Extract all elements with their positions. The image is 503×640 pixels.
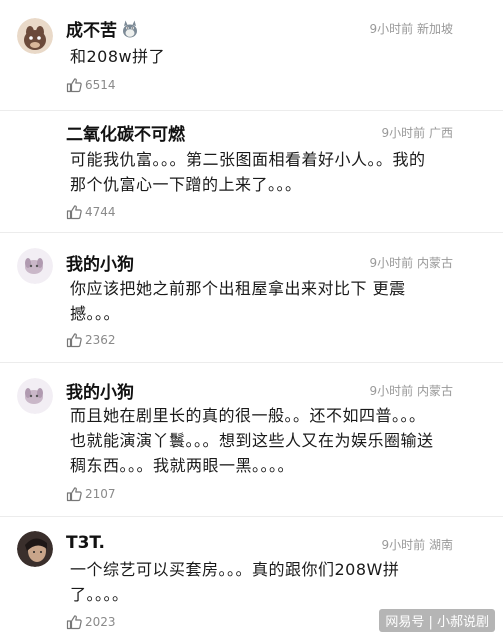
username[interactable]: 我的小狗 bbox=[66, 250, 134, 275]
like-count: 2023 bbox=[85, 615, 116, 629]
like-button[interactable]: 2362 bbox=[66, 331, 116, 349]
username[interactable]: 成不苦 bbox=[66, 16, 139, 43]
username[interactable]: T3T. bbox=[66, 533, 105, 553]
user-avatar[interactable] bbox=[17, 248, 53, 284]
thumbs-up-icon bbox=[66, 78, 82, 93]
like-button[interactable]: 2023 bbox=[66, 613, 116, 631]
like-count: 6514 bbox=[85, 78, 116, 92]
divider bbox=[0, 362, 503, 363]
thumbs-up-icon bbox=[66, 615, 82, 630]
like-button[interactable]: 2107 bbox=[66, 485, 116, 503]
like-count: 2362 bbox=[85, 333, 116, 347]
comment-meta: 9小时前 广西 bbox=[381, 126, 453, 140]
totoro-icon bbox=[121, 20, 139, 43]
like-count: 2107 bbox=[85, 487, 116, 501]
thumbs-up-icon bbox=[66, 487, 82, 502]
user-avatar[interactable] bbox=[17, 18, 53, 54]
comment-text: 而且她在剧里长的真的很一般。。还不如四普。。。 也就能演演丫鬟。。。想到这些人又… bbox=[70, 406, 434, 475]
comment-text: 可能我仇富。。。第二张图面相看着好小人。。我的 那个仇富心一下蹭的上来了。。。 bbox=[70, 150, 426, 194]
divider bbox=[0, 232, 503, 233]
comment-text: 一个综艺可以买套房。。。真的跟你们208W拼 了。。。。 bbox=[70, 560, 400, 604]
user-avatar[interactable] bbox=[17, 378, 53, 414]
comment-meta: 9小时前 新加坡 bbox=[369, 22, 453, 36]
comment-meta: 9小时前 内蒙古 bbox=[369, 384, 453, 398]
like-count: 4744 bbox=[85, 205, 116, 219]
comment-meta: 9小时前 内蒙古 bbox=[369, 256, 453, 270]
username-text[interactable]: 成不苦 bbox=[66, 21, 117, 41]
divider bbox=[0, 516, 503, 517]
divider bbox=[0, 110, 503, 111]
user-avatar[interactable] bbox=[17, 531, 53, 567]
like-button[interactable]: 6514 bbox=[66, 76, 116, 94]
thumbs-up-icon bbox=[66, 333, 82, 348]
comment-text: 你应该把她之前那个出租屋拿出来对比下 更震 撼。。。 bbox=[70, 279, 406, 323]
thumbs-up-icon bbox=[66, 205, 82, 220]
like-button[interactable]: 4744 bbox=[66, 203, 116, 221]
comment-text: 和208w拼了 bbox=[70, 47, 166, 66]
watermark: 网易号 | 小郝说剧 bbox=[379, 609, 495, 632]
username[interactable]: 二氧化碳不可燃 bbox=[66, 120, 185, 145]
comment-meta: 9小时前 湖南 bbox=[381, 538, 453, 552]
username[interactable]: 我的小狗 bbox=[66, 378, 134, 403]
